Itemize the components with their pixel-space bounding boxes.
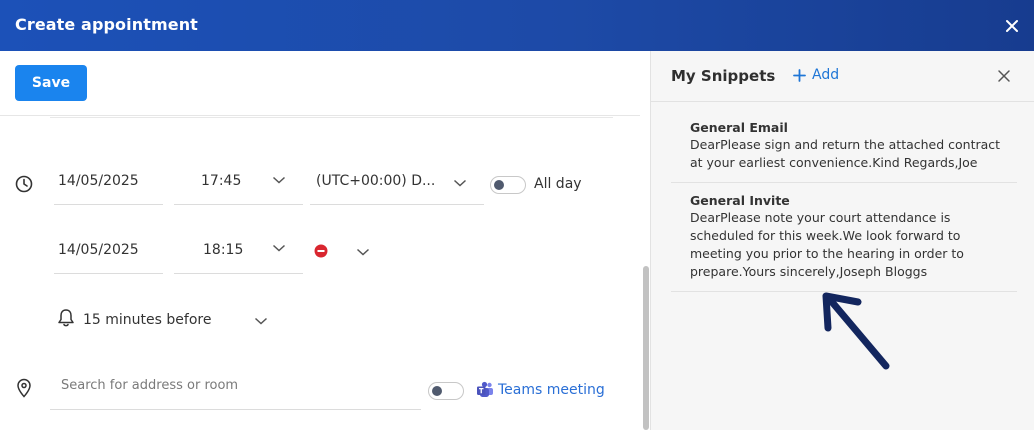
snippet-item-general-invite[interactable]: General Invite DearPlease note your cour… bbox=[671, 185, 1017, 281]
snippet-name: General Email bbox=[690, 120, 788, 135]
teams-meeting-link[interactable]: Teams meeting bbox=[498, 382, 605, 398]
add-snippet-label: Add bbox=[812, 67, 840, 83]
end-date-field[interactable]: 14/05/2025 bbox=[58, 242, 139, 258]
end-date-underline bbox=[54, 273, 163, 274]
timezone-select[interactable]: (UTC+00:00) D... bbox=[316, 173, 435, 189]
add-snippet-button[interactable]: Add bbox=[793, 67, 839, 83]
timezone-underline bbox=[310, 204, 484, 205]
start-time-underline bbox=[174, 204, 303, 205]
field-underline bbox=[50, 117, 613, 118]
toggle-knob bbox=[494, 179, 504, 190]
snippet-line: at your earliest convenience.Kind Regard… bbox=[690, 155, 978, 170]
end-time-underline bbox=[174, 273, 303, 274]
snippet-body: DearPlease note your court attendance is… bbox=[690, 209, 1010, 281]
chevron-down-icon[interactable] bbox=[272, 243, 286, 253]
chevron-down-icon[interactable] bbox=[254, 316, 268, 326]
teams-icon bbox=[477, 381, 493, 397]
start-date-underline bbox=[54, 204, 163, 205]
chevron-down-icon[interactable] bbox=[272, 175, 286, 185]
plus-icon bbox=[793, 68, 806, 82]
snippet-line: prepare.Yours sincerely,Joseph Bloggs bbox=[690, 264, 928, 279]
scrollbar-thumb[interactable] bbox=[643, 266, 649, 430]
snippet-body: DearPlease sign and return the attached … bbox=[690, 136, 1010, 172]
snippet-line: DearPlease note your court attendance is bbox=[690, 210, 951, 225]
end-time-field[interactable]: 18:15 bbox=[203, 242, 243, 258]
toolbar-divider bbox=[0, 115, 640, 116]
snippets-header: My Snippets Add bbox=[651, 51, 1034, 102]
appointment-form: Save 14/05/2025 17:45 (UTC+00:00) D... A… bbox=[0, 51, 650, 430]
snippet-divider bbox=[671, 182, 1017, 183]
save-button[interactable]: Save bbox=[15, 65, 87, 101]
remove-icon[interactable] bbox=[314, 244, 328, 258]
snippet-item-general-email[interactable]: General Email DearPlease sign and return… bbox=[671, 112, 1017, 172]
location-underline bbox=[50, 409, 421, 410]
location-search-input[interactable]: Search for address or room bbox=[61, 378, 238, 393]
location-pin-icon bbox=[17, 378, 31, 398]
all-day-label: All day bbox=[534, 176, 582, 192]
snippets-title: My Snippets bbox=[671, 67, 776, 85]
snippet-name: General Invite bbox=[690, 193, 790, 208]
chevron-down-icon[interactable] bbox=[453, 178, 467, 188]
annotation-arrow bbox=[822, 292, 890, 370]
title-bar: Create appointment bbox=[0, 0, 1034, 51]
snippet-line: meeting you prior to the hearing in orde… bbox=[690, 246, 964, 261]
snippet-line: DearPlease sign and return the attached … bbox=[690, 137, 1001, 152]
start-time-field[interactable]: 17:45 bbox=[201, 173, 241, 189]
toggle-knob bbox=[432, 385, 442, 396]
close-icon[interactable] bbox=[997, 69, 1011, 83]
chevron-down-icon[interactable] bbox=[356, 247, 370, 257]
snippet-line: scheduled for this week.We look forward … bbox=[690, 228, 961, 243]
reminder-select[interactable]: 15 minutes before bbox=[83, 312, 211, 328]
all-day-toggle[interactable] bbox=[490, 176, 526, 194]
dialog-title: Create appointment bbox=[15, 15, 198, 34]
bell-icon bbox=[58, 309, 74, 327]
start-date-field[interactable]: 14/05/2025 bbox=[58, 173, 139, 189]
clock-icon bbox=[15, 175, 33, 193]
close-icon[interactable] bbox=[1002, 16, 1022, 36]
teams-meeting-toggle[interactable] bbox=[428, 382, 464, 400]
